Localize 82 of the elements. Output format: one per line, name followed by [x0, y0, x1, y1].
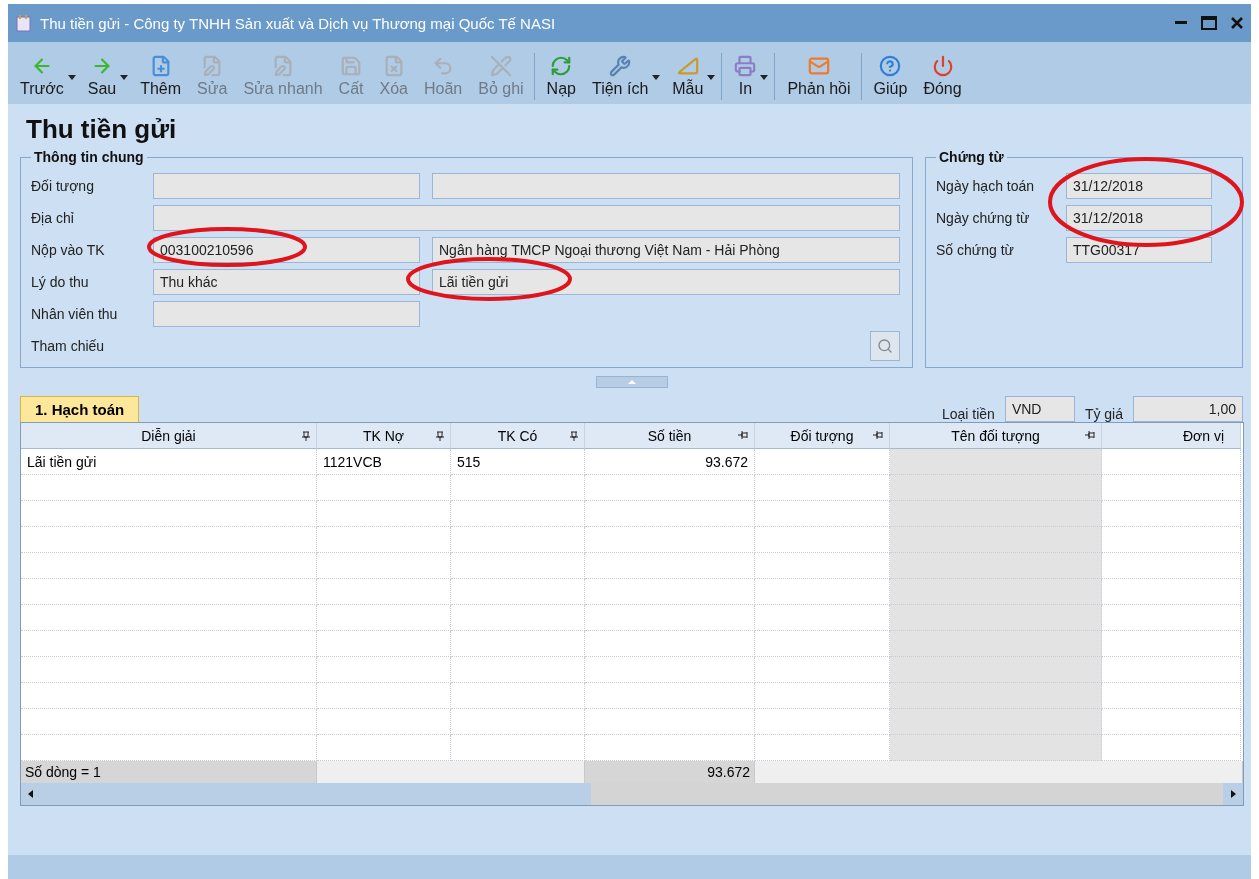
notepad-icon: [16, 14, 32, 32]
horizontal-scrollbar[interactable]: [21, 783, 1243, 805]
caret-icon: [707, 75, 716, 80]
minimize-icon[interactable]: [1175, 21, 1187, 25]
toolbar-button[interactable]: Phản hồi: [774, 53, 857, 100]
caret-icon: [67, 75, 76, 80]
toolbar-button[interactable]: In: [721, 53, 771, 100]
field-label: Nộp vào TK: [31, 242, 106, 258]
input-field[interactable]: 1,00: [1133, 396, 1243, 422]
field-label: Tỷ giá: [1084, 406, 1123, 422]
field-label: Tham chiếu: [31, 338, 106, 354]
toolbar-button[interactable]: Sau: [81, 53, 131, 100]
field-label: Đối tượng: [31, 178, 95, 194]
toolbar-button[interactable]: Giúp: [860, 53, 914, 100]
pen-off-icon: [489, 55, 512, 77]
caret-icon: [652, 75, 661, 80]
file-edit-icon: [272, 55, 294, 77]
field-label: Loại tiền: [941, 406, 995, 422]
column-header[interactable]: Diễn giải: [21, 423, 317, 449]
toolbar-button[interactable]: Mẫu: [666, 53, 718, 100]
search-icon: [877, 338, 893, 354]
caret-icon: [120, 75, 129, 80]
input-field[interactable]: [153, 205, 900, 231]
printer-icon: [734, 55, 757, 77]
column-header[interactable]: TK Có: [451, 423, 585, 449]
triangle-ruler-icon: [676, 55, 699, 77]
input-field[interactable]: 003100210596: [153, 237, 420, 263]
toolbar-button[interactable]: Đóng: [917, 53, 968, 100]
column-header[interactable]: TK Nợ: [317, 423, 451, 449]
input-field[interactable]: Thu khác: [153, 269, 420, 295]
collapse-handle[interactable]: [595, 376, 668, 388]
pin-icon: [302, 431, 310, 441]
mail-icon: [808, 55, 830, 77]
table-cell: 93.672: [585, 449, 755, 475]
row-count: Số dòng = 1: [21, 761, 317, 783]
toolbar-button[interactable]: Tiện ích: [585, 53, 663, 100]
tab[interactable]: 1. Hạch toán: [20, 396, 140, 422]
column-header[interactable]: Đối tượng: [755, 423, 890, 449]
caret-icon: [760, 75, 769, 80]
column-header[interactable]: Tên đối tượng: [890, 423, 1102, 449]
toolbar-button[interactable]: Thêm: [134, 53, 188, 100]
column-header[interactable]: Số tiền: [585, 423, 755, 449]
total-cell: 93.672: [585, 761, 755, 783]
page-heading: Thu tiền gửi: [26, 114, 178, 145]
input-field[interactable]: 31/12/2018: [1066, 173, 1212, 199]
lookup-button[interactable]: [870, 331, 900, 361]
input-field[interactable]: [153, 173, 420, 199]
scrollbar-thumb[interactable]: [591, 783, 1223, 805]
save-icon: [340, 55, 363, 77]
column-header[interactable]: Đơn vị: [1102, 423, 1241, 449]
field-label: Số chứng từ: [936, 242, 1015, 258]
field-label: Ngày hạch toán: [936, 178, 1036, 194]
pin-icon: [738, 431, 748, 439]
pin-icon: [873, 431, 883, 439]
caret-up-icon: [627, 380, 636, 384]
input-field[interactable]: VND: [1004, 396, 1075, 422]
field-label: Lý do thu: [31, 274, 90, 290]
input-field[interactable]: 31/12/2018: [1066, 205, 1212, 231]
pin-icon: [1085, 431, 1095, 439]
window-title: Thu tiền gửi - Công ty TNHH Sản xuất và Dịch vụ Thương mại Quốc Tế NASI: [40, 14, 557, 32]
field-label: Nhân viên thu: [31, 306, 119, 322]
power-icon: [931, 55, 954, 77]
close-icon[interactable]: [1231, 17, 1243, 29]
table-cell: 1121VCB: [317, 449, 451, 475]
panel-title: Chứng từ: [938, 149, 1005, 165]
toolbar-button[interactable]: Nạp: [533, 53, 582, 100]
table-cell: 515: [451, 449, 585, 475]
pin-icon: [436, 431, 444, 441]
input-field[interactable]: Ngân hàng TMCP Ngoại thương Việt Nam - Hải Phòng: [432, 237, 900, 263]
help-icon: [879, 55, 902, 77]
refresh-icon: [550, 55, 573, 77]
field-label: Ngày chứng từ: [936, 210, 1031, 226]
pin-icon: [570, 431, 578, 441]
table-cell: Lãi tiền gửi: [21, 449, 317, 475]
field-label: Địa chỉ: [31, 210, 75, 226]
toolbar-button[interactable]: Trước: [14, 53, 78, 100]
wrench-icon: [609, 55, 632, 77]
input-field[interactable]: Lãi tiền gửi: [432, 269, 900, 295]
input-field[interactable]: [432, 173, 900, 199]
panel-title: Thông tin chung: [33, 149, 145, 165]
maximize-icon[interactable]: [1201, 16, 1217, 30]
input-field[interactable]: [153, 301, 420, 327]
